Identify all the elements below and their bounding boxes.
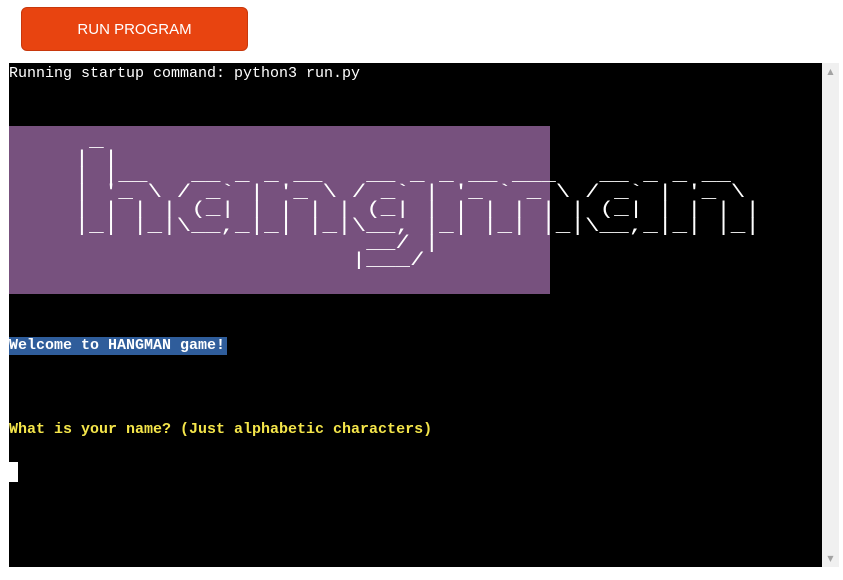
startup-command-line: Running startup command: python3 run.py xyxy=(9,65,361,82)
terminal[interactable]: Running startup command: python3 run.py … xyxy=(9,63,822,567)
terminal-scrollbar[interactable]: ▲ ▼ xyxy=(822,63,839,567)
terminal-cursor[interactable] xyxy=(9,462,18,482)
name-prompt: What is your name? (Just alphabetic char… xyxy=(9,421,433,438)
scroll-up-icon[interactable]: ▲ xyxy=(822,63,839,80)
run-program-button[interactable]: RUN PROGRAM xyxy=(21,7,248,51)
scroll-down-icon[interactable]: ▼ xyxy=(822,550,839,567)
hangman-ascii-art: _ | | | |__ __ _ _ __ __ _ _ __ ___ __ _… xyxy=(74,132,760,271)
welcome-message: Welcome to HANGMAN game! xyxy=(9,337,228,355)
hangman-banner: _ | | | |__ __ _ _ __ __ _ _ __ ___ __ _… xyxy=(9,126,760,294)
